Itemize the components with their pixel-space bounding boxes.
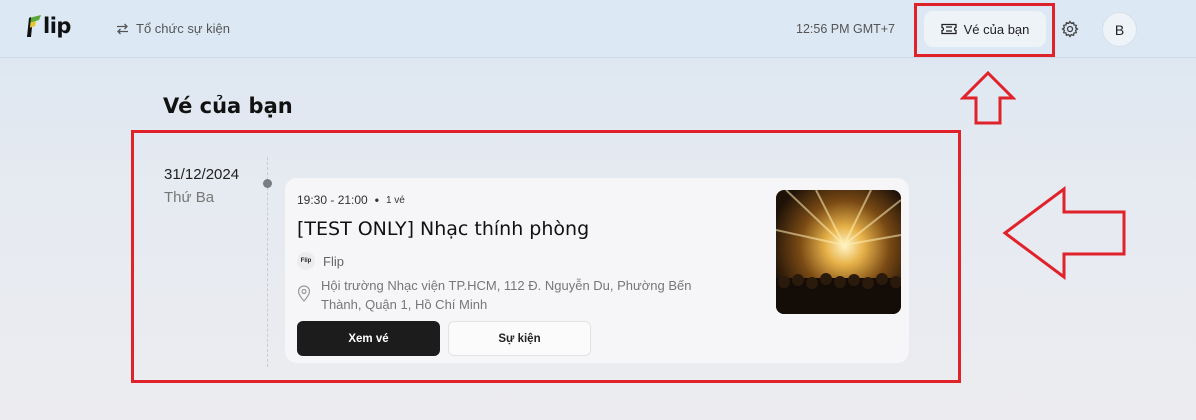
event-address: Hội trường Nhạc viện TP.HCM, 112 Đ. Nguy… (297, 276, 731, 314)
event-thumbnail-image[interactable] (776, 190, 901, 314)
event-weekday: Thứ Ba (164, 189, 215, 206)
left-arrow-annotation-icon (1002, 186, 1126, 280)
event-organizer: Flip Flip (297, 252, 344, 270)
event-details-button[interactable]: Sự kiện (448, 321, 591, 356)
swap-arrows-icon (116, 23, 129, 35)
organizer-logo-icon: Flip (297, 252, 315, 270)
up-arrow-annotation-icon (960, 70, 1016, 125)
meta-separator: • (374, 193, 379, 207)
address-text: Hội trường Nhạc viện TP.HCM, 112 Đ. Nguy… (321, 278, 692, 312)
flip-logo[interactable]: lip (27, 14, 71, 38)
gear-icon[interactable] (1061, 20, 1079, 38)
location-pin-icon (297, 285, 311, 314)
clock-display: 12:56 PM GMT+7 (796, 22, 895, 36)
organize-events-label: Tổ chức sự kiện (136, 21, 230, 36)
ticket-quantity: 1 vé (385, 194, 405, 206)
event-meta: 19:30 - 21:00 • 1 vé (297, 193, 405, 207)
event-title[interactable]: [TEST ONLY] Nhạc thính phòng (297, 218, 589, 240)
organizer-name: Flip (323, 253, 344, 269)
event-ticket-card[interactable]: 19:30 - 21:00 • 1 vé [TEST ONLY] Nhạc th… (285, 178, 909, 363)
highlight-box-tickets-button (914, 3, 1055, 57)
avatar[interactable]: B (1102, 12, 1137, 47)
timeline-dot (263, 179, 272, 188)
organize-events-link[interactable]: Tổ chức sự kiện (116, 21, 230, 36)
event-time: 19:30 - 21:00 (297, 193, 368, 207)
flip-logo-icon (27, 15, 41, 37)
view-ticket-button[interactable]: Xem vé (297, 321, 440, 356)
event-date: 31/12/2024 (164, 166, 240, 183)
timeline-line (267, 157, 268, 367)
logo-text: lip (43, 14, 71, 38)
page-title: Vé của bạn (163, 94, 293, 118)
